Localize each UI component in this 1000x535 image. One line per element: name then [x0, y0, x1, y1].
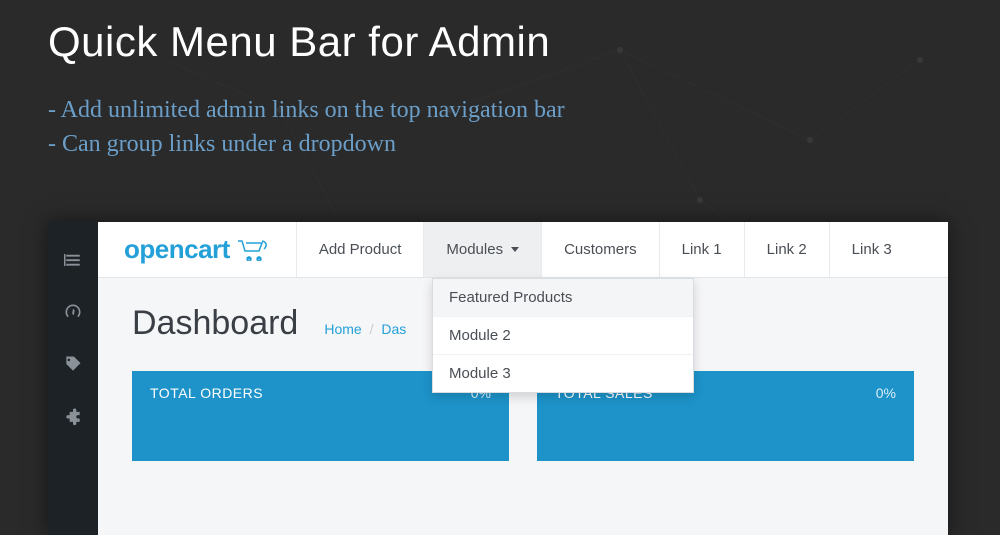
sidebar — [48, 222, 98, 535]
nav-modules[interactable]: Modules — [423, 222, 541, 277]
cart-icon — [236, 239, 270, 261]
sidebar-item-menu[interactable] — [48, 234, 98, 286]
modules-dropdown: Featured Products Module 2 Module 3 — [432, 278, 694, 393]
breadcrumb-current[interactable]: Das — [381, 321, 406, 337]
dropdown-featured-products[interactable]: Featured Products — [433, 279, 693, 317]
breadcrumb-separator: / — [370, 321, 374, 337]
puzzle-icon — [63, 406, 83, 426]
card-sales-pct: 0% — [876, 385, 896, 401]
nav-customers[interactable]: Customers — [541, 222, 659, 277]
sidebar-item-dashboard[interactable] — [48, 286, 98, 338]
opencart-logo[interactable]: opencart — [98, 234, 296, 265]
chevron-down-icon — [511, 247, 519, 252]
nav-link-3[interactable]: Link 3 — [829, 222, 914, 277]
nav-add-product[interactable]: Add Product — [296, 222, 424, 277]
sidebar-item-catalog[interactable] — [48, 338, 98, 390]
nav-link-2[interactable]: Link 2 — [744, 222, 829, 277]
logo-text: opencart — [124, 234, 230, 265]
tag-icon — [63, 354, 83, 374]
nav-link-1[interactable]: Link 1 — [659, 222, 744, 277]
menu-icon — [64, 251, 82, 269]
dropdown-module-2[interactable]: Module 2 — [433, 317, 693, 355]
page-title: Dashboard — [132, 304, 298, 343]
breadcrumb-home[interactable]: Home — [324, 321, 361, 337]
breadcrumb: Home / Das — [324, 321, 406, 337]
top-navbar: opencart Add Product Modules Customers L… — [98, 222, 948, 278]
sidebar-item-extensions[interactable] — [48, 390, 98, 442]
dropdown-module-3[interactable]: Module 3 — [433, 355, 693, 392]
admin-screenshot: opencart Add Product Modules Customers L… — [48, 222, 948, 535]
dashboard-icon — [63, 302, 83, 322]
